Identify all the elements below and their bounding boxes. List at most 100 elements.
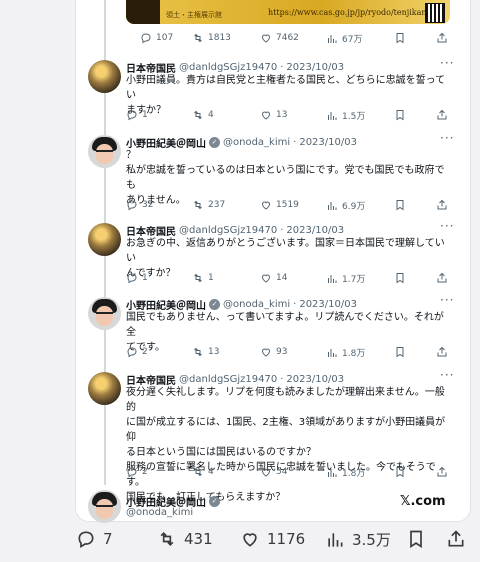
reply-count: 107 [156, 33, 174, 43]
user-handle[interactable]: @danldgSGjz19470 [179, 225, 277, 236]
user-handle[interactable]: @danldgSGjz19470 [179, 374, 277, 385]
views-button[interactable]: 1.5万 [326, 109, 365, 122]
views-count: 67万 [342, 35, 363, 45]
views-button[interactable]: 1.8万 [326, 346, 365, 359]
reply-button[interactable]: 107 [140, 32, 173, 44]
retweet-button[interactable]: 4 [192, 466, 214, 478]
share-button[interactable] [436, 466, 448, 478]
retweet-count: 4 [208, 110, 214, 120]
user-handle[interactable]: @onoda_kimi [223, 299, 290, 310]
heart-icon [261, 201, 271, 210]
avatar[interactable] [88, 372, 121, 405]
bottom-retweet-button[interactable]: 431 [157, 529, 213, 549]
like-button[interactable]: 14 [260, 272, 287, 284]
tweet-date[interactable]: 2023/10/03 [286, 62, 344, 73]
avatar[interactable] [88, 60, 121, 93]
tweet-date[interactable]: 2023/10/03 [299, 137, 357, 148]
tweet-date[interactable]: 2023/10/03 [299, 299, 357, 310]
share-icon [437, 199, 447, 210]
bottom-views-count: 3.5万 [352, 531, 391, 549]
retweet-button[interactable]: 237 [192, 199, 225, 211]
more-options-icon[interactable]: ··· [440, 56, 454, 70]
user-handle[interactable]: @onoda_kimi [223, 137, 290, 148]
views-button[interactable]: 67万 [326, 32, 362, 45]
like-button[interactable]: 7462 [260, 32, 299, 44]
views-icon [328, 532, 343, 547]
views-icon [328, 111, 337, 120]
like-count: 14 [276, 273, 288, 283]
reply-button[interactable]: 2 [126, 346, 148, 358]
tweet-image-banner[interactable]: 領土・主権展示館 https://www.cas.go.jp/jp/ryodo/… [126, 0, 450, 24]
like-button[interactable]: 1519 [260, 199, 299, 211]
tweet-actions: 2 4 54 1.8万 [126, 466, 456, 480]
views-button[interactable]: 1.8万 [326, 466, 365, 479]
handle-row: @onoda_kimi [126, 507, 193, 518]
retweet-button[interactable]: 4 [192, 109, 214, 121]
tweet-date[interactable]: 2023/10/03 [286, 374, 344, 385]
more-options-icon[interactable]: ··· [440, 368, 454, 382]
reply-count: 2 [142, 467, 148, 477]
x-logo: 𝕏.com [400, 494, 446, 509]
tweet-date[interactable]: 2023/10/03 [286, 225, 344, 236]
reply-count: 2 [142, 347, 148, 357]
avatar[interactable] [88, 490, 121, 523]
bookmark-button[interactable] [394, 272, 406, 284]
retweet-button[interactable]: 1813 [192, 32, 231, 44]
avatar[interactable] [88, 297, 121, 330]
like-count: 93 [276, 347, 288, 357]
bookmark-button[interactable] [394, 32, 406, 44]
bottom-views-button[interactable]: 3.5万 [325, 529, 391, 550]
user-handle[interactable]: @onoda_kimi [126, 507, 193, 518]
retweet-button[interactable]: 13 [192, 346, 219, 358]
share-button[interactable] [436, 32, 448, 44]
reply-button[interactable]: 32 [126, 199, 153, 211]
more-options-icon[interactable]: ··· [440, 131, 454, 145]
bottom-reply-button[interactable]: 7 [76, 529, 113, 549]
separator-dot: · [293, 299, 297, 310]
share-button[interactable] [436, 109, 448, 121]
share-icon [437, 32, 447, 43]
like-button[interactable]: 93 [260, 346, 287, 358]
more-options-icon[interactable]: ··· [440, 219, 454, 233]
reply-button[interactable]: 1 [126, 109, 148, 121]
heart-icon [261, 468, 271, 477]
bottom-action-bar: 7 431 1176 3.5万 [0, 520, 480, 562]
user-handle[interactable]: @danldgSGjz19470 [179, 62, 277, 73]
tweet-actions: 32 237 1519 6.9万 [126, 199, 456, 213]
bottom-like-count: 1176 [267, 530, 306, 548]
share-button[interactable] [436, 346, 448, 358]
tweet-text-line: に国が成立するには、1国民、2主権、3領域がありますが小野田議員が仰 [126, 417, 446, 443]
tweet-text-line: 私が忠誠を誓っているのは日本という国にです。党でも国民でも政府でも [126, 165, 445, 191]
separator-dot: · [280, 62, 284, 73]
bookmark-button[interactable] [394, 199, 406, 211]
tweet-text-line: 国民でもありません、って書いてますよ。リプ読んでください。それが全 [126, 312, 444, 338]
bottom-share-button[interactable] [446, 529, 466, 549]
bookmark-button[interactable] [394, 466, 406, 478]
tweet-actions: 107 1813 7462 67万 [126, 32, 456, 46]
bottom-like-button[interactable]: 1176 [240, 529, 305, 549]
separator-dot: · [293, 137, 297, 148]
retweet-button[interactable]: 1 [192, 272, 214, 284]
share-icon [437, 346, 447, 357]
verified-badge-icon: ✓ [209, 137, 220, 148]
avatar[interactable] [88, 223, 121, 256]
more-options-icon[interactable]: ··· [440, 293, 454, 307]
retweet-icon [194, 347, 202, 357]
reply-button[interactable]: 2 [126, 466, 148, 478]
reply-button[interactable]: 1 [126, 272, 148, 284]
share-button[interactable] [436, 272, 448, 284]
views-button[interactable]: 1.7万 [326, 272, 365, 285]
separator-dot: · [280, 225, 284, 236]
bookmark-button[interactable] [394, 109, 406, 121]
views-button[interactable]: 6.9万 [326, 199, 365, 212]
bookmark-button[interactable] [394, 346, 406, 358]
bottom-bookmark-button[interactable] [406, 529, 426, 549]
bookmark-icon [396, 347, 404, 358]
avatar[interactable] [88, 135, 121, 168]
like-button[interactable]: 13 [260, 109, 287, 121]
like-button[interactable]: 54 [260, 466, 287, 478]
share-button[interactable] [436, 199, 448, 211]
reply-count: 1 [142, 110, 148, 120]
like-count: 7462 [276, 33, 299, 43]
reply-count: 1 [142, 273, 148, 283]
